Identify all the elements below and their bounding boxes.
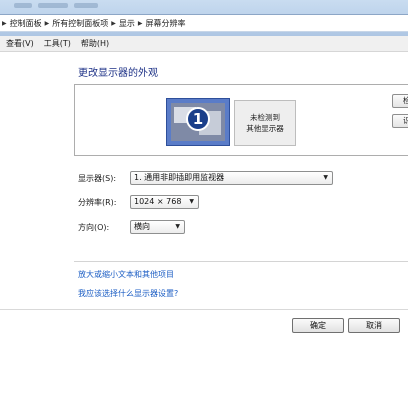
section-divider — [74, 261, 408, 262]
menu-help[interactable]: 帮助(H) — [81, 38, 109, 49]
footer-divider — [0, 309, 408, 310]
orientation-select-value: 横向 — [134, 222, 150, 231]
monitor-1-tile[interactable]: 1 — [166, 98, 230, 146]
resolution-label: 分辨率(R): — [78, 198, 117, 207]
monitor-2-label-line1: 未检测到 — [250, 113, 280, 122]
resolution-select[interactable]: 1024 × 768 ▼ — [130, 195, 199, 209]
menu-bar: 查看(V) 工具(T) 帮助(H) — [0, 36, 408, 52]
breadcrumb-item-display[interactable]: 显示 — [119, 18, 135, 29]
breadcrumb-separator-icon: ▶ — [137, 19, 143, 27]
page-title: 更改显示器的外观 — [78, 68, 158, 79]
address-bar: ▶ 控制面板 ▶ 所有控制面板项 ▶ 显示 ▶ 屏幕分辨率 — [0, 0, 408, 37]
resolution-select-value: 1024 × 768 — [134, 197, 182, 206]
link-text-size[interactable]: 放大或缩小文本和其他项目 — [78, 269, 174, 280]
link-which-settings[interactable]: 我应该选择什么显示器设置? — [78, 288, 178, 299]
breadcrumb-item-all-items[interactable]: 所有控制面板项 — [52, 18, 108, 29]
breadcrumb[interactable]: ▶ 控制面板 ▶ 所有控制面板项 ▶ 显示 ▶ 屏幕分辨率 — [0, 14, 408, 32]
dropdown-arrow-icon: ▼ — [189, 198, 194, 205]
display-select[interactable]: 1. 通用非即插即用监视器 ▼ — [130, 171, 333, 185]
display-label: 显示器(S): — [78, 174, 117, 183]
dropdown-arrow-icon: ▼ — [175, 223, 180, 230]
identify-button[interactable]: 识 — [392, 114, 408, 128]
breadcrumb-item-screen-resolution[interactable]: 屏幕分辨率 — [146, 18, 186, 29]
dropdown-arrow-icon: ▼ — [323, 174, 328, 181]
menu-view[interactable]: 查看(V) — [6, 38, 34, 49]
ok-button[interactable]: 确定 — [292, 318, 344, 333]
cancel-button[interactable]: 取消 — [348, 318, 400, 333]
menu-tools[interactable]: 工具(T) — [44, 38, 71, 49]
window-title-strip — [14, 1, 164, 9]
breadcrumb-separator-icon: ▶ — [44, 19, 50, 27]
breadcrumb-item-control-panel[interactable]: 控制面板 — [10, 18, 42, 29]
monitor-2-tile[interactable]: 未检测到 其他显示器 — [234, 100, 296, 146]
breadcrumb-separator-icon: ▶ — [111, 19, 116, 27]
orientation-select[interactable]: 横向 ▼ — [130, 220, 185, 234]
orientation-label: 方向(O): — [78, 223, 110, 232]
breadcrumb-separator-icon: ▶ — [2, 19, 7, 27]
display-select-value: 1. 通用非即插即用监视器 — [134, 173, 225, 182]
detect-button[interactable]: 检 — [392, 94, 408, 108]
monitor-number-badge: 1 — [186, 107, 210, 131]
monitor-2-label-line2: 其他显示器 — [246, 124, 284, 133]
